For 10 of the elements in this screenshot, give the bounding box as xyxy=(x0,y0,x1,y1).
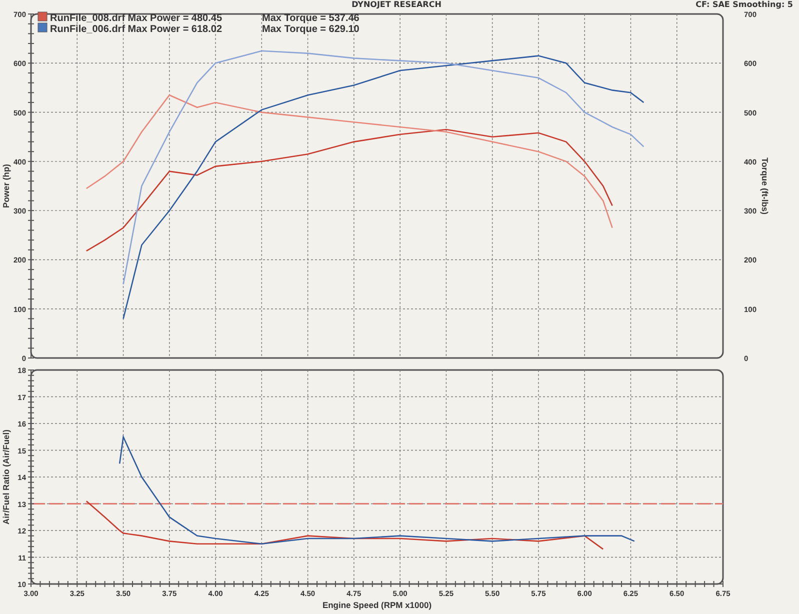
legend-label: Max Torque = 629.10 xyxy=(262,24,360,35)
settings-text: CF: SAE Smoothing: 5 xyxy=(694,0,794,10)
y-axis-title: Power (hp) xyxy=(1,164,11,208)
x-axis-title: Engine Speed (RPM x1000) xyxy=(322,600,432,610)
y-axis-title: Torque (ft-lbs) xyxy=(760,158,770,214)
legend-label: RunFile_008.drf Max Power = 480.45 xyxy=(50,13,222,24)
y-axis-title: Air/Fuel Ratio (Air/Fuel) xyxy=(1,430,11,524)
chart-title: DYNOJET RESEARCH xyxy=(352,0,442,10)
legend-label: Max Torque = 537.46 xyxy=(262,13,360,24)
legend-label: RunFile_006.drf Max Power = 618.02 xyxy=(50,24,222,35)
